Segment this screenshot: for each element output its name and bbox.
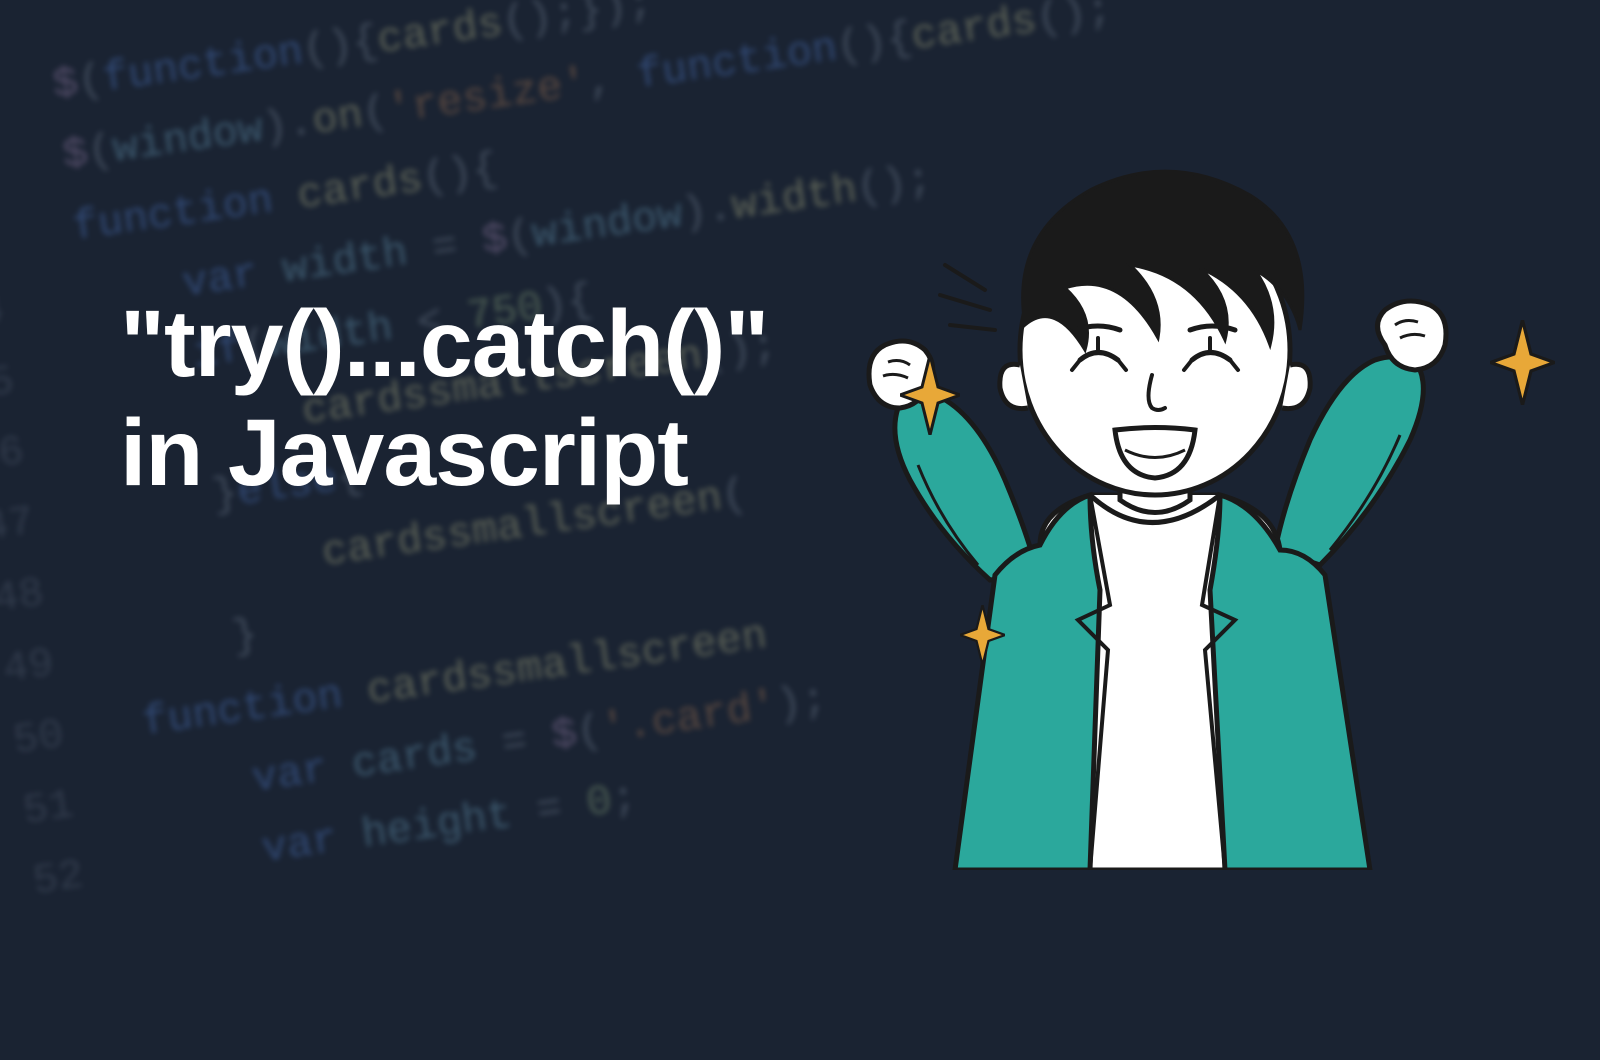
title-line-2: in Javascript: [120, 399, 768, 508]
sparkle-icon: [900, 355, 960, 435]
sparkle-icon: [1490, 320, 1555, 405]
title-line-1: "try()...catch()": [120, 290, 768, 399]
sparkle-icon: [960, 605, 1005, 665]
celebrating-person-illustration: [780, 150, 1480, 870]
main-title: "try()...catch()" in Javascript: [120, 290, 768, 509]
